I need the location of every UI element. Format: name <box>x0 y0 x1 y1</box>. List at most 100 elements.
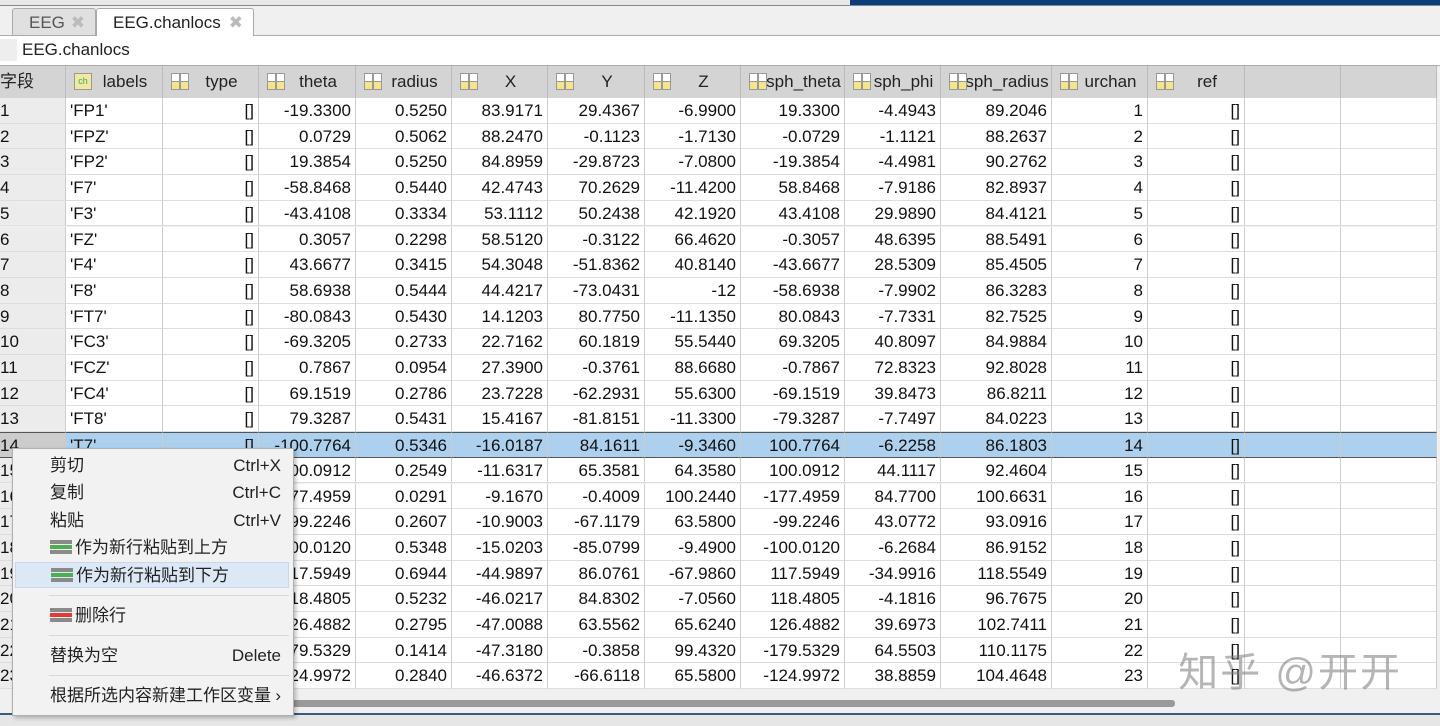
table-cell[interactable]: -80.0843 <box>259 303 356 330</box>
table-cell[interactable]: 40.8097 <box>845 329 941 355</box>
column-header[interactable]: sph_theta <box>741 66 845 98</box>
table-cell[interactable]: 93.0916 <box>941 509 1052 535</box>
table-cell[interactable]: 110.1175 <box>941 637 1052 664</box>
table-cell[interactable]: 'FC3' <box>66 329 163 355</box>
table-cell[interactable]: 63.5800 <box>645 509 741 535</box>
table-cell[interactable]: [] <box>1148 457 1245 484</box>
table-cell[interactable]: 14.1203 <box>452 303 548 330</box>
table-cell[interactable] <box>1341 355 1437 381</box>
table-cell[interactable] <box>1341 303 1437 330</box>
table-cell[interactable] <box>1341 149 1437 176</box>
table-cell[interactable]: -15.0203 <box>452 534 548 561</box>
table-cell[interactable] <box>1245 226 1341 253</box>
table-cell[interactable]: [] <box>1148 560 1245 587</box>
table-cell[interactable] <box>1341 123 1437 150</box>
table-cell[interactable]: 79.3287 <box>259 406 356 433</box>
table-cell[interactable]: 28.5309 <box>845 252 941 278</box>
table-cell[interactable] <box>1341 534 1437 561</box>
table-row[interactable]: 13 'FT8'[] 79.3287 0.5431 15.4167 -81.8151 -11… <box>0 406 1440 433</box>
table-cell[interactable]: [] <box>163 252 259 278</box>
table-cell[interactable]: [] <box>1148 406 1245 433</box>
table-cell[interactable]: -6.2258 <box>845 432 941 458</box>
table-cell[interactable]: [] <box>1148 586 1245 612</box>
column-header[interactable]: ch labels <box>66 66 163 98</box>
table-cell[interactable]: 38.8859 <box>845 663 941 690</box>
table-cell[interactable]: -11.1350 <box>645 303 741 330</box>
table-row[interactable]: 7 'F4'[] 43.6677 0.3415 54.3048 -51.8362 40.81… <box>0 252 1440 278</box>
table-row[interactable]: 3 'FP2'[] 19.3854 0.5250 84.8959 -29.8723 -7.0… <box>0 149 1440 176</box>
table-cell[interactable] <box>1245 380 1341 407</box>
table-cell[interactable]: [] <box>163 123 259 150</box>
table-cell[interactable]: -34.9916 <box>845 560 941 587</box>
table-cell[interactable]: 5 <box>1052 200 1148 227</box>
table-cell[interactable]: 60.1819 <box>548 329 645 355</box>
table-cell[interactable]: -62.2931 <box>548 380 645 407</box>
table-cell[interactable]: 23 <box>1052 663 1148 690</box>
table-cell[interactable]: 64.3580 <box>645 457 741 484</box>
table-cell[interactable] <box>1245 149 1341 176</box>
row-number[interactable]: 13 <box>0 406 66 433</box>
table-cell[interactable] <box>1245 355 1341 381</box>
table-cell[interactable] <box>1341 175 1437 201</box>
table-cell[interactable]: 0.5444 <box>356 277 452 304</box>
table-cell[interactable]: 2 <box>1052 123 1148 150</box>
table-cell[interactable]: 102.7411 <box>941 612 1052 638</box>
table-cell[interactable] <box>1245 277 1341 304</box>
table-cell[interactable]: 86.9152 <box>941 534 1052 561</box>
table-cell[interactable]: 'FPZ' <box>66 123 163 150</box>
table-cell[interactable]: [] <box>1148 277 1245 304</box>
menu-item-cut[interactable]: 剪切 Ctrl+X <box>15 453 289 479</box>
row-number[interactable]: 8 <box>0 277 66 304</box>
table-cell[interactable]: 66.4620 <box>645 226 741 253</box>
table-cell[interactable]: 16 <box>1052 483 1148 510</box>
table-cell[interactable]: 0.2795 <box>356 612 452 638</box>
table-cell[interactable]: 89.2046 <box>941 98 1052 124</box>
table-cell[interactable]: [] <box>1148 226 1245 253</box>
table-cell[interactable]: [] <box>1148 123 1245 150</box>
table-cell[interactable]: 69.1519 <box>259 380 356 407</box>
table-cell[interactable]: 96.7675 <box>941 586 1052 612</box>
table-cell[interactable]: 100.2440 <box>645 483 741 510</box>
table-cell[interactable]: [] <box>1148 200 1245 227</box>
table-cell[interactable]: 'FT7' <box>66 303 163 330</box>
table-cell[interactable]: -79.3287 <box>741 406 845 433</box>
table-row[interactable]: 6 'FZ'[] 0.3057 0.2298 58.5120 -0.3122 66.4620… <box>0 226 1440 253</box>
table-cell[interactable]: -0.3858 <box>548 637 645 664</box>
row-number[interactable]: 7 <box>0 252 66 278</box>
row-number[interactable]: 1 <box>0 98 66 124</box>
table-cell[interactable]: 69.3205 <box>741 329 845 355</box>
table-cell[interactable]: -16.0187 <box>452 432 548 458</box>
table-cell[interactable]: -66.6118 <box>548 663 645 690</box>
table-cell[interactable]: -11.3300 <box>645 406 741 433</box>
column-header[interactable]: ref <box>1148 66 1245 98</box>
table-cell[interactable]: 19 <box>1052 560 1148 587</box>
table-cell[interactable]: [] <box>1148 483 1245 510</box>
table-cell[interactable]: 23.7228 <box>452 380 548 407</box>
table-cell[interactable]: 'FP1' <box>66 98 163 124</box>
table-cell[interactable]: 0.3057 <box>259 226 356 253</box>
table-cell[interactable] <box>1245 252 1341 278</box>
table-cell[interactable] <box>1341 200 1437 227</box>
table-cell[interactable]: 9 <box>1052 303 1148 330</box>
table-cell[interactable]: 86.1803 <box>941 432 1052 458</box>
table-cell[interactable] <box>1245 509 1341 535</box>
table-cell[interactable] <box>1245 457 1341 484</box>
table-cell[interactable]: [] <box>1148 98 1245 124</box>
table-cell[interactable]: -73.0431 <box>548 277 645 304</box>
table-cell[interactable]: 0.5232 <box>356 586 452 612</box>
table-cell[interactable]: -19.3300 <box>259 98 356 124</box>
table-cell[interactable]: [] <box>1148 380 1245 407</box>
table-cell[interactable]: 92.8028 <box>941 355 1052 381</box>
table-cell[interactable]: -1.7130 <box>645 123 741 150</box>
table-cell[interactable]: -67.1179 <box>548 509 645 535</box>
table-cell[interactable] <box>1245 123 1341 150</box>
table-cell[interactable]: 0.6944 <box>356 560 452 587</box>
table-cell[interactable]: 50.2438 <box>548 200 645 227</box>
table-cell[interactable]: 43.4108 <box>741 200 845 227</box>
table-cell[interactable] <box>1341 252 1437 278</box>
table-cell[interactable]: 'F4' <box>66 252 163 278</box>
table-cell[interactable]: 84.1611 <box>548 432 645 458</box>
row-number[interactable]: 11 <box>0 355 66 381</box>
table-cell[interactable]: 0.0291 <box>356 483 452 510</box>
table-cell[interactable]: 104.4648 <box>941 663 1052 690</box>
